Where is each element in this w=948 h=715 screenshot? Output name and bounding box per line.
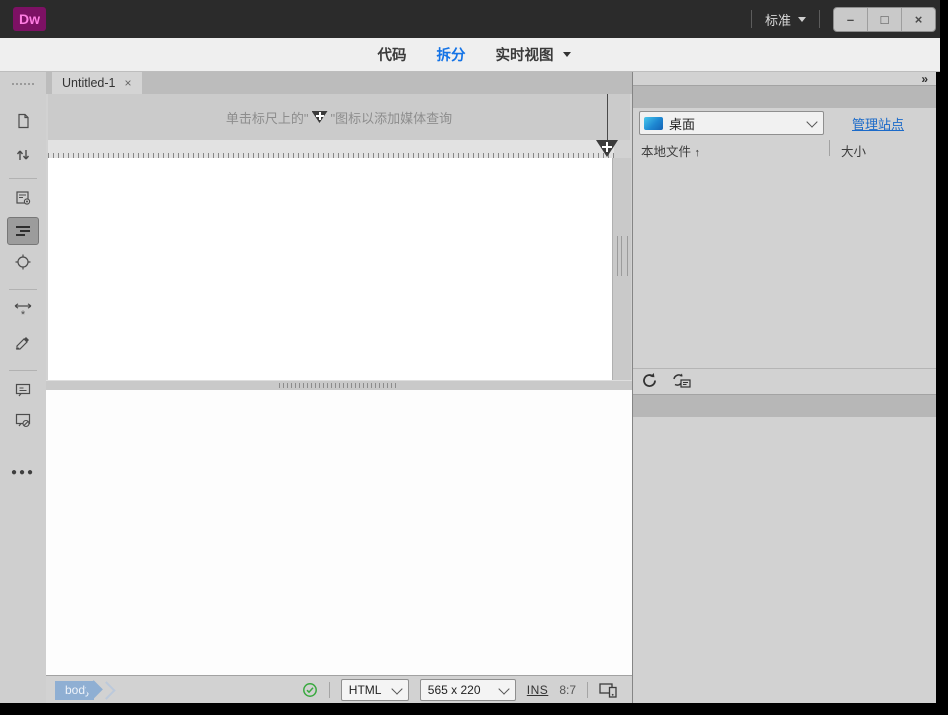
design-right-gutter	[612, 158, 631, 380]
divider	[751, 10, 752, 28]
media-query-hint-bar: 单击标尺上的" "图标以添加媒体查询	[48, 94, 630, 140]
sort-ascending-icon: ↑	[695, 147, 701, 159]
refresh-icon[interactable]	[641, 372, 658, 389]
chevron-down-icon	[806, 116, 817, 127]
format-source-button[interactable]	[7, 217, 39, 245]
chevron-down-icon	[391, 683, 402, 694]
dreamweaver-logo: Dw	[13, 7, 46, 31]
svg-text:*: *	[21, 309, 26, 320]
panel-tab-bar	[633, 85, 936, 108]
live-code-button[interactable]	[8, 185, 38, 211]
doc-type-select[interactable]: HTML	[341, 679, 409, 701]
files-panel-tools	[641, 372, 691, 389]
code-brush-icon	[15, 335, 32, 351]
format-lines-icon	[15, 225, 31, 237]
width-asterisk-icon: *	[14, 302, 32, 320]
target-icon	[15, 254, 31, 270]
position-assist-button[interactable]: *	[8, 298, 38, 324]
dom-panel-tab-bar	[633, 394, 936, 417]
hint-text-suffix: "图标以添加媒体查询	[331, 108, 453, 127]
chevron-down-icon	[798, 17, 806, 22]
design-surface[interactable]	[48, 158, 612, 380]
document-tab[interactable]: Untitled-1 ×	[52, 72, 142, 94]
divider	[329, 682, 330, 698]
titlebar-right: 标准 – □ ×	[738, 7, 948, 32]
column-divider	[829, 140, 830, 156]
minimize-button[interactable]: –	[834, 8, 867, 31]
manage-sites-link[interactable]: 管理站点	[852, 114, 904, 133]
horizontal-ruler[interactable]	[48, 140, 614, 159]
document-tab-bar: Untitled-1 ×	[46, 72, 632, 94]
document-icon	[15, 113, 31, 129]
local-files-column[interactable]: 本地文件 ↑	[641, 141, 700, 160]
divider	[587, 682, 588, 698]
divider	[819, 10, 820, 28]
document-eye-icon	[15, 190, 32, 206]
document-tab-title: Untitled-1	[62, 76, 116, 90]
common-toolbar: * ●●●	[0, 72, 47, 703]
realtime-preview-icon[interactable]	[599, 683, 618, 698]
workspace-switcher[interactable]: 标准	[765, 10, 806, 29]
window-size-value: 565 x 220	[428, 683, 481, 697]
comment-slash-icon	[15, 413, 32, 428]
more-options-button[interactable]: ●●●	[8, 459, 38, 485]
status-bar: body HTML 565 x 220 INS 8:7	[46, 675, 632, 704]
window-edge	[0, 703, 948, 715]
site-row: 桌面 管理站点	[639, 112, 931, 134]
close-tab-icon[interactable]: ×	[125, 76, 132, 90]
site-select[interactable]: 桌面	[639, 111, 824, 135]
view-mode-toolbar: 代码 拆分 实时视图	[0, 38, 948, 72]
workspace-label: 标准	[765, 10, 791, 29]
viewport-resize-handle[interactable]	[617, 236, 628, 276]
dreamweaver-window: Dw 标准 – □ × 代码 拆分 实时视图	[0, 0, 948, 715]
window-controls: – □ ×	[833, 7, 936, 32]
window-size-select[interactable]: 565 x 220	[420, 679, 516, 701]
right-panel: » 桌面 管理站点 本地文件 ↑ 大小	[632, 72, 936, 703]
comment-bubble-icon	[15, 383, 32, 398]
add-media-query-icon	[312, 111, 328, 123]
live-view-button[interactable]: 实时视图	[496, 44, 571, 65]
ellipsis-icon: ●●●	[11, 467, 35, 478]
insert-mode-toggle[interactable]: INS	[527, 683, 549, 697]
hint-text-prefix: 单击标尺上的"	[226, 108, 309, 127]
divider	[9, 289, 37, 290]
lint-ok-icon	[302, 682, 318, 698]
open-documents-button[interactable]	[8, 108, 38, 134]
collapse-panels-icon[interactable]: »	[921, 72, 927, 86]
inspect-button[interactable]	[8, 249, 38, 275]
local-files-label: 本地文件	[641, 145, 691, 159]
window-edge	[940, 0, 948, 715]
site-select-value: 桌面	[669, 114, 802, 133]
up-down-arrows-icon	[15, 147, 31, 163]
size-column[interactable]: 大小	[841, 141, 866, 160]
tag-selector-body[interactable]: body	[55, 681, 94, 700]
file-management-button[interactable]	[8, 142, 38, 168]
code-cleanup-button[interactable]	[8, 330, 38, 356]
close-button[interactable]: ×	[901, 8, 935, 31]
split-view-button[interactable]: 拆分	[437, 44, 466, 65]
chevron-down-icon	[563, 52, 571, 57]
code-view-button[interactable]: 代码	[378, 44, 407, 65]
divider	[9, 178, 37, 179]
remove-comment-button[interactable]	[8, 407, 38, 433]
divider	[9, 370, 37, 371]
doc-type-value: HTML	[349, 683, 382, 697]
code-editor[interactable]	[46, 390, 632, 679]
live-view-label: 实时视图	[496, 44, 554, 65]
chevron-down-icon	[498, 683, 509, 694]
cursor-position: 8:7	[559, 683, 576, 697]
apply-comment-button[interactable]	[8, 377, 38, 403]
check-out-files-icon[interactable]	[671, 372, 691, 389]
viewport-edge-line	[607, 94, 608, 144]
file-list-header: 本地文件 ↑ 大小	[633, 140, 936, 158]
status-bar-controls: HTML 565 x 220 INS 8:7	[302, 679, 618, 701]
desktop-icon	[644, 117, 663, 130]
toolbar-grip-handle[interactable]	[12, 83, 34, 88]
title-bar: Dw 标准 – □ ×	[0, 0, 948, 38]
divider	[633, 368, 936, 369]
maximize-button[interactable]: □	[867, 8, 901, 31]
document-area: Untitled-1 × 单击标尺上的" "图标以添加媒体查询 body	[46, 72, 632, 703]
